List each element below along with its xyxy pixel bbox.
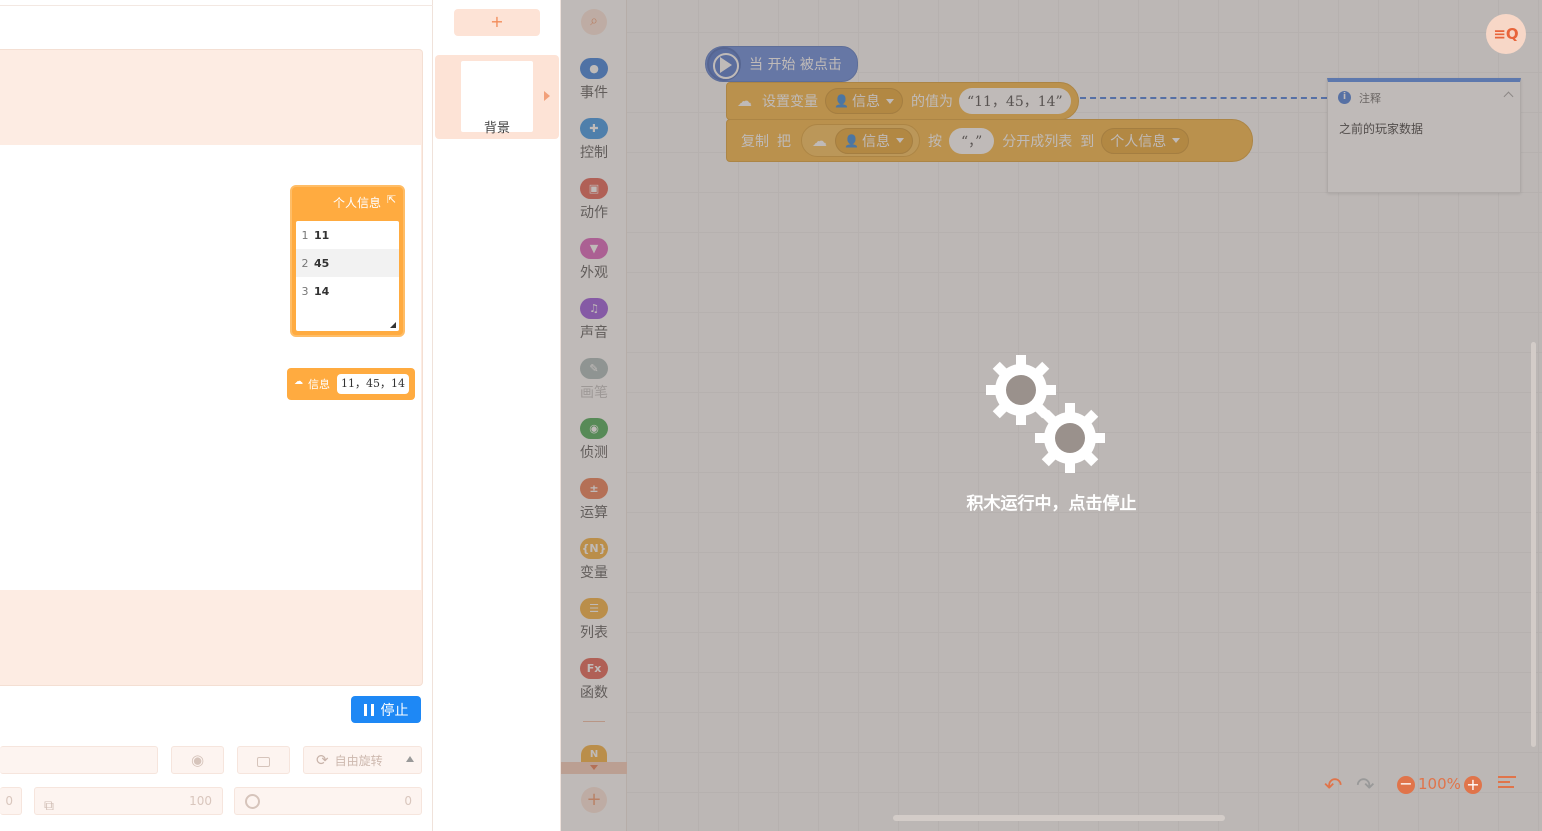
backdrop-label: 背景	[483, 121, 510, 136]
resize-handle-icon[interactable]	[390, 322, 396, 328]
visibility-toggle[interactable]: ◉	[171, 746, 224, 774]
size-icon: ⧉	[44, 798, 54, 814]
add-sprite-button[interactable]: +	[454, 9, 540, 36]
variable-monitor-value: 11，45，14	[337, 374, 409, 394]
stage-toolbar	[0, 0, 433, 6]
direction-input[interactable]: 0	[234, 787, 422, 815]
stage-panel: 个人信息 ⇱ 1 11 2 45 3 14 ☁ 信息 11，45，14 停止 ◉…	[0, 0, 433, 831]
list-item-value[interactable]: 45	[314, 257, 329, 270]
backdrop-column: + 背景	[433, 0, 561, 831]
running-message[interactable]: 积木运行中，点击停止	[561, 489, 1542, 514]
zoom-in-icon[interactable]: +	[1464, 776, 1482, 794]
cleanup-icon[interactable]	[1498, 776, 1516, 792]
workspace-search-icon[interactable]: ≡Q	[1486, 14, 1526, 54]
list-monitor-title: 个人信息	[332, 196, 381, 210]
gears-icon	[986, 355, 1105, 473]
rotate-icon: ⟳	[316, 751, 329, 769]
size-input[interactable]: ⧉ 100	[34, 787, 223, 815]
undo-icon[interactable]: ↶	[1324, 774, 1342, 799]
list-monitor[interactable]: 个人信息 ⇱ 1 11 2 45 3 14	[290, 185, 405, 337]
vertical-scrollbar[interactable]	[1531, 342, 1536, 747]
export-icon[interactable]: ⇱	[387, 194, 399, 206]
stop-button-label: 停止	[380, 702, 409, 719]
list-item-value[interactable]: 14	[314, 285, 329, 298]
stage-canvas[interactable]: 个人信息 ⇱ 1 11 2 45 3 14 ☁ 信息 11，45，14	[0, 145, 421, 590]
horizontal-scrollbar[interactable]	[893, 815, 1225, 821]
list-item-index: 1	[301, 228, 309, 242]
running-overlay[interactable]: 积木运行中，点击停止	[561, 0, 1542, 831]
list-item-index: 3	[301, 284, 309, 298]
sprite-name-input[interactable]	[0, 746, 158, 774]
list-item-value[interactable]: 11	[314, 229, 329, 242]
eye-icon: ◉	[190, 751, 205, 769]
zoom-out-icon[interactable]: −	[1397, 776, 1415, 794]
list-item-index: 2	[301, 256, 309, 270]
redo-icon[interactable]: ↷	[1356, 774, 1374, 799]
direction-icon	[245, 794, 260, 809]
list-item: 3 14	[296, 277, 399, 305]
variable-monitor[interactable]: ☁ 信息 11，45，14	[287, 368, 415, 400]
size-value: 100	[189, 794, 212, 808]
caret-up-icon	[406, 756, 414, 762]
list-item: 2 45	[296, 249, 399, 277]
list-item: 1 11	[296, 221, 399, 249]
direction-value: 0	[404, 794, 412, 808]
x-position-input[interactable]: 0	[0, 787, 22, 815]
cloud-icon: ☁	[294, 377, 303, 387]
lock-icon	[257, 757, 270, 767]
lock-toggle[interactable]	[237, 746, 290, 774]
stop-button[interactable]: 停止	[351, 696, 421, 723]
backdrop-card[interactable]: 背景	[435, 55, 559, 139]
variable-monitor-label: 信息	[308, 378, 330, 391]
pause-icon	[363, 703, 374, 716]
list-monitor-body: 1 11 2 45 3 14	[296, 221, 399, 331]
zoom-level: 100%	[1418, 775, 1461, 793]
rotation-style-select[interactable]: ⟳ 自由旋转	[303, 746, 422, 774]
rotation-style-label: 自由旋转	[334, 753, 383, 768]
chevron-right-icon[interactable]	[544, 91, 550, 101]
